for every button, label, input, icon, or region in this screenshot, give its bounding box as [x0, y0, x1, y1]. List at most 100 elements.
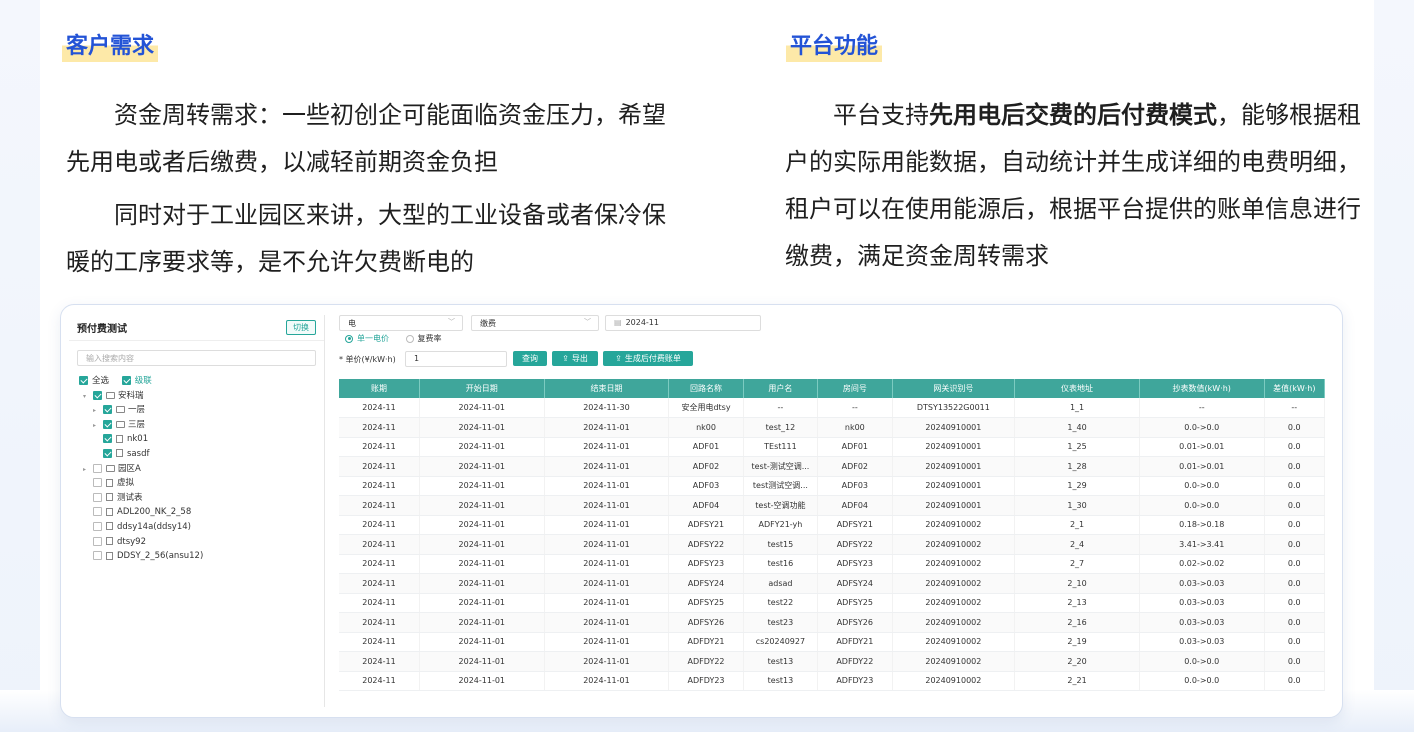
caret-down-icon[interactable]: ▾ — [83, 390, 93, 405]
caret-right-icon[interactable]: ▸ — [93, 419, 103, 434]
table-row[interactable]: 2024-11 2024-11-01 2024-11-01 ADFSY21 ADFY21… — [339, 515, 1326, 535]
table-row[interactable]: 2024-11 2024-11-01 2024-11-01 ADFSY22 test15… — [339, 534, 1326, 555]
table-body: 2024-11 2024-11-01 2024-11-30 安全用电dtsy -- -- D… — [339, 398, 1326, 691]
tree-node-checkbox[interactable] — [93, 507, 102, 517]
tree-node-checkbox[interactable] — [93, 478, 102, 488]
cascade-checkbox[interactable] — [121, 376, 131, 385]
tree-node[interactable]: 测试表 — [79, 491, 324, 506]
column-header[interactable]: 网关识别号 — [892, 379, 1016, 398]
select-all-checkbox[interactable] — [79, 376, 88, 385]
platform-para-bold: 先用电后交费的后付费模式 — [929, 101, 1217, 129]
table-cell: 0.18->0.18 — [1139, 515, 1265, 535]
tree-node-checkbox[interactable] — [93, 551, 102, 561]
tree-search-input[interactable]: 输入搜索内容 — [77, 350, 316, 366]
bill-type-value: 缴费 — [480, 319, 496, 328]
table-cell: 2024-11-01 — [544, 573, 670, 594]
table-row[interactable]: 2024-11 2024-11-01 2024-11-01 ADFSY24 adsad A… — [339, 573, 1326, 594]
tree-node-checkbox[interactable] — [93, 492, 102, 502]
tree-node[interactable]: 虚拟 — [79, 476, 324, 491]
column-header[interactable]: 用户名 — [743, 379, 819, 398]
column-header[interactable]: 仪表地址 — [1014, 379, 1140, 398]
customer-needs-para-1: 资金周转需求：一些初创企可能面临资金压力，希望先用电或者后缴费，以减轻前期资金负… — [66, 101, 666, 176]
table-row[interactable]: 2024-11 2024-11-01 2024-11-01 nk00 test_12 nk… — [339, 417, 1326, 438]
table-cell: -- — [817, 398, 893, 418]
table-row[interactable]: 2024-11 2024-11-01 2024-11-30 安全用电dtsy -- -- D… — [339, 398, 1326, 418]
column-header[interactable]: 房间号 — [817, 379, 893, 398]
energy-type-select[interactable]: 电 ﹀ — [339, 315, 463, 331]
single-price-radio[interactable] — [345, 334, 353, 343]
table-row[interactable]: 2024-11 2024-11-01 2024-11-01 ADF02 test-测试空… — [339, 456, 1326, 477]
table-cell: 0.01->0.01 — [1139, 437, 1265, 457]
tree-node-checkbox[interactable] — [93, 390, 102, 400]
table-cell: 2024-11-01 — [544, 612, 670, 633]
tree-node-checkbox[interactable] — [93, 521, 102, 531]
table-row[interactable]: 2024-11 2024-11-01 2024-11-01 ADF03 test测试空调… — [339, 476, 1326, 496]
column-header[interactable]: 抄表数值(kW·h) — [1139, 379, 1265, 398]
caret-right-icon[interactable]: ▸ — [93, 404, 103, 419]
column-header[interactable]: 开始日期 — [419, 379, 545, 398]
table-cell: 20240910002 — [892, 651, 1016, 672]
table-cell: 0.0->0.0 — [1139, 671, 1265, 691]
table-cell: TEst111 — [743, 437, 819, 457]
tree-node[interactable]: dtsy92 — [79, 535, 324, 550]
tree-node-checkbox[interactable] — [93, 463, 102, 473]
query-button[interactable]: 查询 — [513, 351, 547, 366]
caret-right-icon[interactable]: ▸ — [83, 463, 93, 478]
column-header[interactable]: 回路名称 — [668, 379, 744, 398]
generate-bill-button[interactable]: ⇪ 生成后付费账单 — [603, 351, 693, 366]
tree-nodes: ▾ 安科瑞 ▸ 一层 ▸ 三层 nk01 sasdf ▸ 园区A 虚拟 测试表 ADL200_NK_2_… — [79, 389, 324, 564]
table-cell: test-测试空调... — [743, 456, 819, 477]
tree-node-checkbox[interactable] — [103, 448, 112, 458]
unit-price-input[interactable]: 1 — [405, 351, 507, 367]
tree-node[interactable]: ▸ 一层 — [79, 403, 324, 418]
table-row[interactable]: 2024-11 2024-11-01 2024-11-01 ADFDY22 test13… — [339, 651, 1326, 672]
table-row[interactable]: 2024-11 2024-11-01 2024-11-01 ADFSY23 test16… — [339, 554, 1326, 574]
tree-node[interactable]: ▾ 安科瑞 — [79, 389, 324, 404]
date-picker[interactable]: ▤ 2024-11 — [605, 315, 761, 331]
table-row[interactable]: 2024-11 2024-11-01 2024-11-01 ADFDY23 test13… — [339, 671, 1326, 691]
table-cell: 2024-11-01 — [544, 437, 670, 457]
tree-node[interactable]: nk01 — [79, 432, 324, 447]
select-all-row: 全选 级联 — [79, 374, 324, 389]
column-header[interactable]: 差值(kW·h) — [1264, 379, 1326, 398]
platform-features-text: 平台支持先用电后交费的后付费模式，能够根据租户的实际用能数据，自动统计并生成详细… — [785, 92, 1375, 280]
column-header[interactable]: 账期 — [339, 379, 420, 398]
table-cell: 20240910002 — [892, 554, 1016, 574]
table-row[interactable]: 2024-11 2024-11-01 2024-11-01 ADFSY25 test22… — [339, 593, 1326, 613]
table-cell: 2024-11-01 — [544, 495, 670, 516]
table-cell: DTSY13522G0011 — [892, 398, 1016, 418]
table-row[interactable]: 2024-11 2024-11-01 2024-11-01 ADFDY21 cs2024… — [339, 632, 1326, 652]
meter-icon — [106, 551, 113, 560]
tree-node[interactable]: ▸ 三层 — [79, 418, 324, 433]
tree-node[interactable]: ADL200_NK_2_58 — [79, 505, 324, 520]
multi-rate-radio[interactable] — [405, 334, 414, 343]
table-cell: 2024-11 — [339, 593, 420, 613]
table-cell: 0.0->0.0 — [1139, 417, 1265, 438]
tree-node[interactable]: ▸ 园区A — [79, 462, 324, 477]
tree-node[interactable]: ddsy14a(ddsy14) — [79, 520, 324, 535]
table-cell: ADF03 — [668, 476, 744, 496]
energy-type-value: 电 — [348, 319, 356, 328]
table-row[interactable]: 2024-11 2024-11-01 2024-11-01 ADF04 test-空调功… — [339, 495, 1326, 516]
tree-node-checkbox[interactable] — [103, 434, 112, 444]
table-cell: 2024-11-01 — [419, 593, 545, 613]
table-row[interactable]: 2024-11 2024-11-01 2024-11-01 ADF01 TEst111 A… — [339, 437, 1326, 457]
switch-button[interactable]: 切换 — [286, 320, 316, 335]
table-cell: ADFSY22 — [668, 534, 744, 555]
table-cell: nk00 — [817, 417, 893, 438]
column-header[interactable]: 结束日期 — [544, 379, 670, 398]
table-cell: 2024-11-01 — [419, 573, 545, 594]
export-button[interactable]: ⇪ 导出 — [552, 351, 598, 366]
tree-node-label: ADL200_NK_2_58 — [117, 507, 192, 518]
tree-node-checkbox[interactable] — [93, 536, 102, 546]
bill-type-select[interactable]: 缴费 ﹀ — [471, 315, 599, 331]
tree-node-checkbox[interactable] — [103, 405, 112, 415]
tree-node[interactable]: DDSY_2_56(ansu12) — [79, 549, 324, 564]
table-cell: 2024-11-01 — [544, 671, 670, 691]
table-cell: 0.0->0.0 — [1139, 495, 1265, 516]
tree-node[interactable]: sasdf — [79, 447, 324, 462]
table-row[interactable]: 2024-11 2024-11-01 2024-11-01 ADFSY26 test23… — [339, 612, 1326, 633]
table-cell: ADFDY23 — [668, 671, 744, 691]
tree-node-checkbox[interactable] — [103, 419, 112, 429]
table-cell: 0.0 — [1264, 437, 1326, 457]
